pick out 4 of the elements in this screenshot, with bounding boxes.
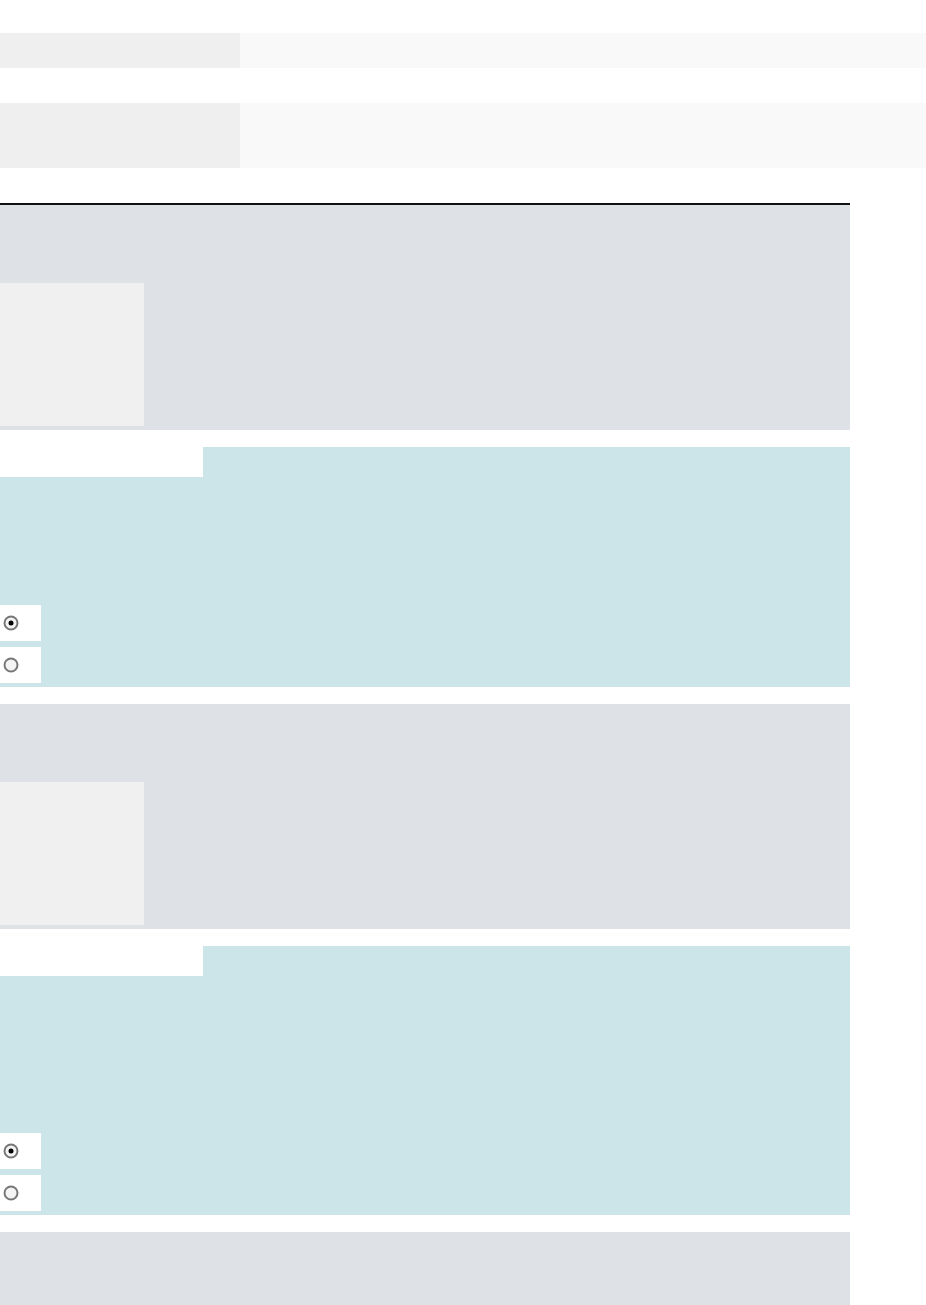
radio-button[interactable] <box>3 1143 19 1159</box>
radio-button[interactable] <box>3 615 19 631</box>
radio-button[interactable] <box>3 657 19 673</box>
radio-button[interactable] <box>3 1185 19 1201</box>
